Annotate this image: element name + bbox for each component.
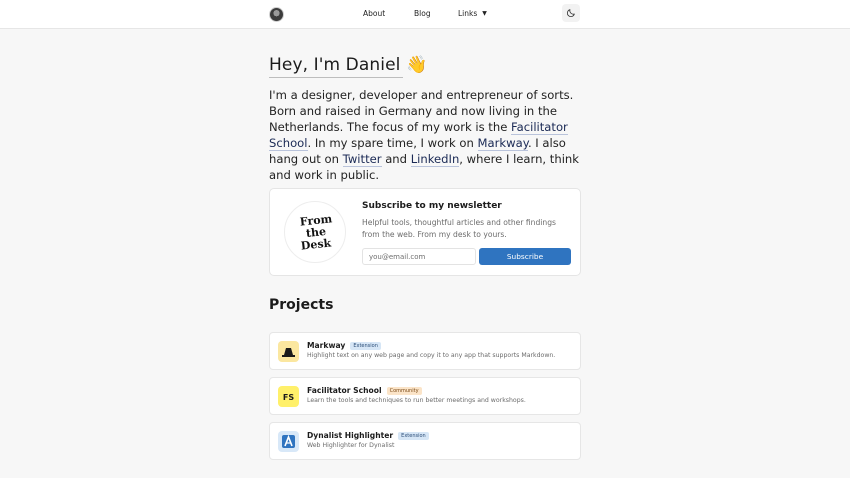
project-badge: Extension (398, 432, 429, 440)
intro-text-2: . In my spare time, I work on (307, 136, 478, 150)
page-title-text: Hey, I'm Daniel 👋 (269, 55, 428, 75)
project-card-facilitator-school[interactable]: FS Facilitator School Community Learn the… (269, 377, 581, 415)
subscribe-button[interactable]: Subscribe (479, 248, 571, 265)
project-badge: Community (386, 387, 422, 395)
project-name-text: Markway (307, 341, 346, 350)
newsletter-title: Subscribe to my newsletter (362, 201, 502, 211)
project-name: Dynalist Highlighter Extension (307, 431, 429, 440)
nav-links[interactable]: Links ▼ (458, 9, 487, 18)
link-markway[interactable]: Markway (477, 136, 528, 151)
project-description: Highlight text on any web page and copy … (307, 352, 556, 359)
theme-toggle-button[interactable] (562, 4, 580, 22)
dynalist-icon (278, 431, 299, 452)
link-twitter[interactable]: Twitter (342, 152, 382, 167)
project-name-text: Facilitator School (307, 386, 382, 395)
project-badge: Extension (350, 342, 381, 350)
moon-icon (566, 9, 575, 18)
page-title: Hey, I'm Daniel 👋 (269, 55, 428, 78)
site-header: About Blog Links ▼ (0, 0, 850, 29)
chevron-down-icon: ▼ (482, 10, 487, 17)
newsletter-logo: From the Desk (284, 201, 346, 263)
svg-text:FS: FS (283, 393, 294, 402)
intro-text-4: and (381, 152, 411, 166)
newsletter-card: From the Desk Subscribe to my newsletter… (269, 188, 581, 276)
project-description: Web Highlighter for Dynalist (307, 442, 395, 449)
project-card-dynalist-highlighter[interactable]: Dynalist Highlighter Extension Web Highli… (269, 422, 581, 460)
newsletter-description: Helpful tools, thoughtful articles and o… (362, 218, 557, 239)
project-description: Learn the tools and techniques to run be… (307, 397, 526, 404)
project-name: Facilitator School Community (307, 386, 422, 395)
email-field[interactable] (362, 248, 476, 265)
project-name: Markway Extension (307, 341, 381, 350)
title-underline (269, 77, 403, 78)
intro-paragraph: I'm a designer, developer and entreprene… (269, 87, 581, 183)
avatar[interactable] (269, 7, 284, 22)
projects-heading: Projects (269, 297, 334, 313)
nav-links-label: Links (458, 9, 478, 18)
project-name-text: Dynalist Highlighter (307, 431, 394, 440)
project-card-markway[interactable]: Markway Extension Highlight text on any w… (269, 332, 581, 370)
nav-about[interactable]: About (363, 9, 385, 18)
facilitator-school-icon: FS (278, 386, 299, 407)
link-linkedin[interactable]: LinkedIn (410, 152, 460, 167)
nav-blog[interactable]: Blog (414, 9, 431, 18)
markway-icon (278, 341, 299, 362)
